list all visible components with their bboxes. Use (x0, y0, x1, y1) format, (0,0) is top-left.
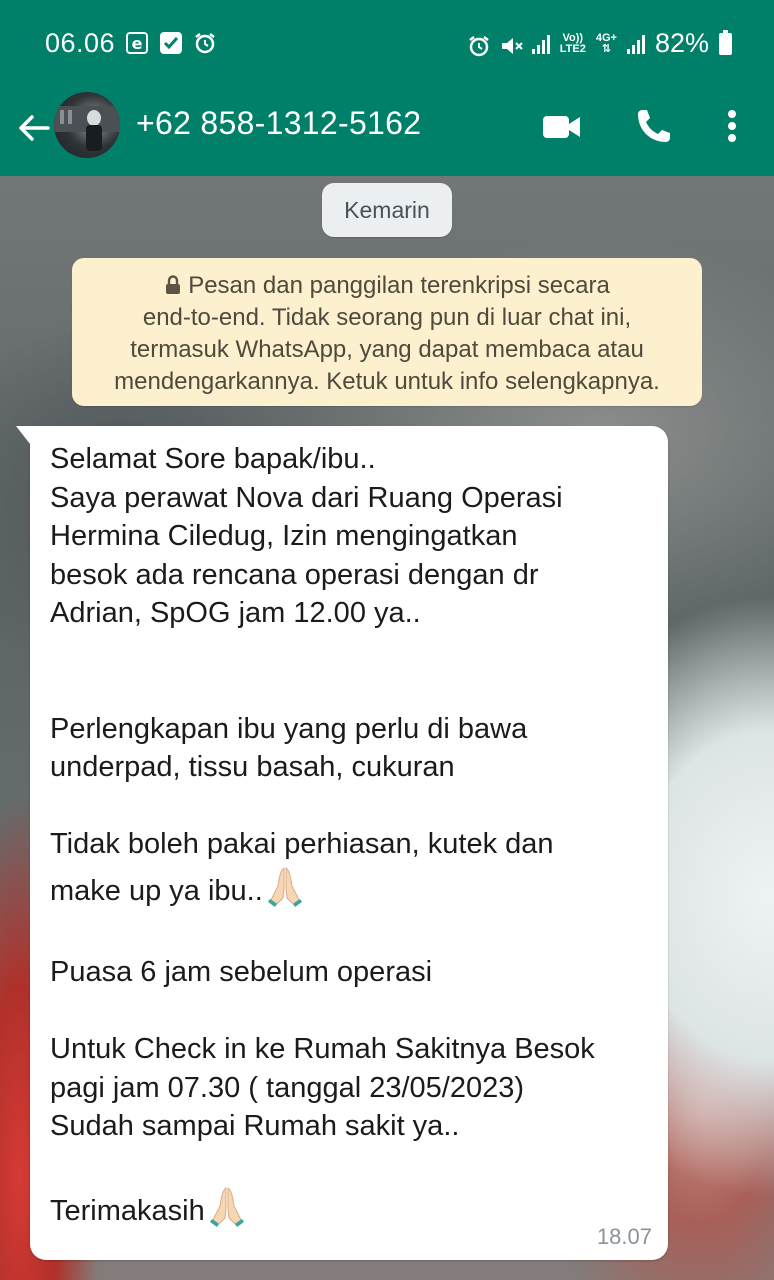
network-label: Vo)) LTE2 (559, 31, 586, 55)
notice-line-4: mendengarkannya. Ketuk untuk info seleng… (114, 368, 660, 395)
incoming-message-bubble[interactable]: Selamat Sore bapak/ibu.. Saya perawat No… (16, 426, 668, 1260)
message-line: Adrian, SpOG jam 12.00 ya.. (50, 597, 421, 629)
message-line: Hermina Ciledug, Izin mengingatkan (50, 520, 518, 552)
app-top-bar: 06.06 e Vo)) LTE2 4G+ ⇅ 82% +62 858-1312… (0, 0, 774, 176)
notice-line-3: termasuk WhatsApp, yang dapat membaca at… (130, 336, 644, 363)
email-icon: e (126, 32, 148, 54)
encryption-notice[interactable]: Pesan dan panggilan terenkripsi secara e… (72, 258, 702, 406)
status-time: 06.06 (45, 28, 116, 58)
network-type-label: 4G+ (595, 31, 617, 44)
bubble-tail (16, 426, 30, 444)
message-line: Untuk Check in ke Rumah Sakitnya Besok (50, 1033, 595, 1065)
check-square-icon (160, 32, 182, 54)
network-type: 4G+ ⇅ (595, 31, 617, 55)
signal-icon (531, 34, 550, 54)
message-line: Puasa 6 jam sebelum operasi (50, 956, 433, 988)
alarm-icon (468, 33, 490, 56)
video-call-icon[interactable] (540, 106, 580, 146)
message-line-with-emoji: make up ya ibu.. (50, 864, 660, 915)
lock-icon (164, 272, 182, 294)
message-line-text: make up ya ibu.. (50, 874, 263, 907)
message-gap (50, 633, 660, 672)
phone-icon[interactable] (634, 106, 674, 146)
data-arrows-icon: ⇅ (601, 42, 611, 55)
message-gap (50, 915, 660, 954)
svg-text:e: e (132, 34, 143, 53)
volte-label: Vo)) (562, 31, 584, 44)
whatsapp-chat-screen: 06.06 e Vo)) LTE2 4G+ ⇅ 82% +62 858-1312… (0, 0, 774, 1280)
status-bar: 06.06 e Vo)) LTE2 4G+ ⇅ 82% (0, 0, 774, 88)
alarm-icon (194, 32, 216, 54)
message-gap (50, 992, 660, 1031)
status-right-icons: Vo)) LTE2 4G+ ⇅ 82% (468, 28, 732, 59)
praying-hands-icon (207, 1184, 247, 1228)
notice-line-1: Pesan dan panggilan terenkripsi secara (82, 270, 692, 302)
more-vert-icon[interactable] (712, 106, 752, 146)
message-line: Saya perawat Nova dari Ruang Operasi (50, 481, 563, 514)
message-line: pagi jam 07.30 ( tanggal 23/05/2023) (50, 1071, 525, 1104)
battery-icon (719, 29, 732, 55)
message-line: Selamat Sore bapak/ibu.. (50, 443, 376, 475)
date-chip: Kemarin (322, 183, 452, 237)
back-arrow-icon[interactable] (14, 108, 54, 148)
contact-name[interactable]: +62 858-1312-5162 (136, 105, 421, 142)
message-line: Sudah sampai Rumah sakit ya.. (50, 1110, 460, 1142)
message-line: underpad, tissu basah, cukuran (50, 751, 455, 783)
notice-text-1: Pesan dan panggilan terenkripsi secara (188, 272, 610, 299)
message-gap (50, 671, 660, 710)
message-line: Perlengkapan ibu yang perlu di bawa (50, 712, 528, 745)
message-line: Tidak boleh pakai perhiasan, kutek dan (50, 828, 554, 860)
message-gap (50, 1146, 660, 1185)
avatar[interactable] (54, 92, 120, 158)
message-timestamp: 18.07 (596, 1224, 652, 1249)
message-text: Selamat Sore bapak/ibu.. Saya perawat No… (50, 440, 660, 1235)
notice-line-2: end-to-end. Tidak seorang pun di luar ch… (142, 304, 632, 331)
lte-label: LTE2 (559, 42, 586, 55)
message-gap (50, 787, 660, 826)
message-line-with-emoji: Terimakasih (50, 1184, 660, 1235)
signal-icon (626, 34, 645, 54)
status-left-icons: e (126, 32, 216, 54)
mute-icon (500, 33, 523, 55)
message-line-text: Terimakasih (50, 1195, 205, 1227)
message-line: besok ada rencana operasi dengan dr (50, 558, 539, 591)
chat-header: +62 858-1312-5162 (0, 88, 774, 176)
praying-hands-icon (265, 864, 305, 908)
battery-percent: 82% (654, 28, 709, 58)
